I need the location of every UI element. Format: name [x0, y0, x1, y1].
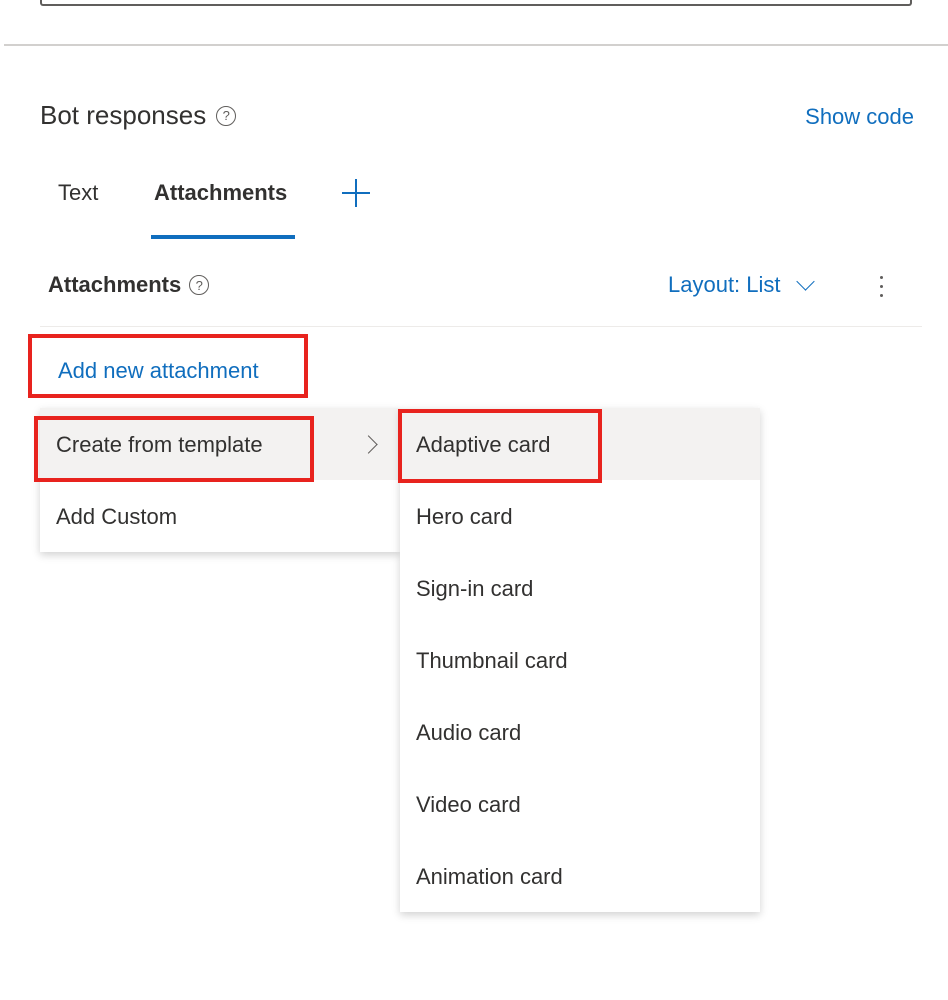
help-icon[interactable]: ?: [216, 105, 237, 126]
help-icon[interactable]: ?: [189, 275, 210, 295]
submenu-item-label: Adaptive card: [416, 432, 551, 457]
menu-item-create-from-template[interactable]: Create from template: [40, 408, 400, 480]
template-submenu: Adaptive card Hero card Sign-in card Thu…: [400, 408, 760, 912]
tab-attachments[interactable]: Attachments: [154, 180, 287, 206]
submenu-item-adaptive-card[interactable]: Adaptive card: [400, 408, 760, 480]
plus-icon[interactable]: [340, 177, 372, 209]
menu-item-label: Add Custom: [56, 504, 178, 529]
submenu-item-audio-card[interactable]: Audio card: [400, 696, 760, 768]
layout-dropdown[interactable]: Layout: List: [668, 271, 815, 298]
submenu-item-thumbnail-card[interactable]: Thumbnail card: [400, 624, 760, 696]
submenu-item-sign-in-card[interactable]: Sign-in card: [400, 552, 760, 624]
add-new-attachment-button[interactable]: Add new attachment: [58, 358, 259, 384]
submenu-item-video-card[interactable]: Video card: [400, 768, 760, 840]
bot-responses-label: Bot responses: [40, 100, 207, 130]
submenu-item-label: Animation card: [416, 864, 563, 889]
tab-text[interactable]: Text: [58, 180, 98, 206]
attachment-menu: Create from template Add Custom: [40, 408, 400, 552]
submenu-item-hero-card[interactable]: Hero card: [400, 480, 760, 552]
active-tab-indicator: [151, 235, 295, 239]
text-input-remnant[interactable]: [40, 0, 912, 6]
submenu-item-label: Video card: [416, 792, 521, 817]
submenu-item-label: Audio card: [416, 720, 522, 745]
attachments-header: Attachments ?: [48, 272, 210, 298]
chevron-down-icon: [795, 271, 815, 291]
attachments-label: Attachments: [48, 272, 182, 297]
add-new-attachment-highlight: Add new attachment: [28, 334, 308, 398]
more-vertical-icon[interactable]: [872, 272, 890, 302]
layout-dropdown-label: Layout: List: [668, 272, 781, 297]
chevron-right-icon: [359, 435, 378, 454]
submenu-item-animation-card[interactable]: Animation card: [400, 840, 760, 912]
menu-item-label: Create from template: [56, 432, 263, 457]
submenu-item-label: Hero card: [416, 504, 513, 529]
menu-item-add-custom[interactable]: Add Custom: [40, 480, 400, 552]
attachments-divider: [40, 326, 922, 327]
section-divider: [4, 44, 948, 46]
show-code-link[interactable]: Show code: [805, 104, 914, 130]
submenu-item-label: Thumbnail card: [416, 648, 568, 673]
submenu-item-label: Sign-in card: [416, 576, 534, 601]
bot-responses-title: Bot responses ?: [40, 100, 237, 131]
